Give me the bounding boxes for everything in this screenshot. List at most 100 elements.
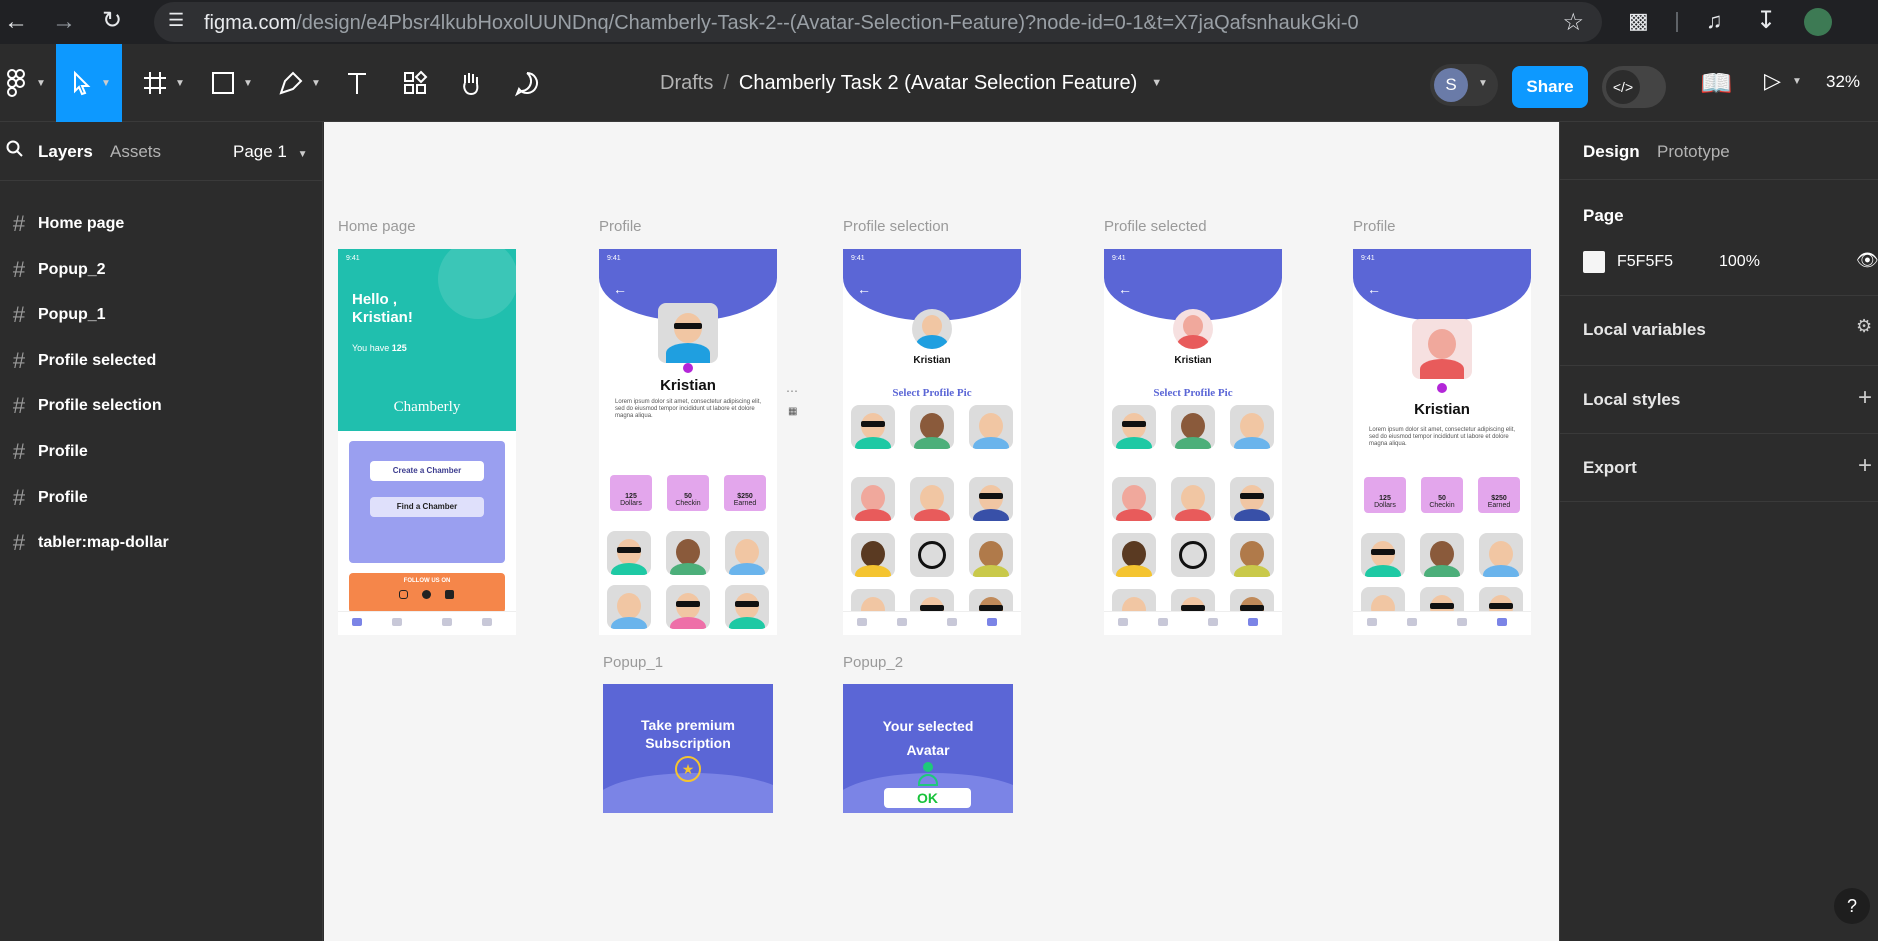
journal-nav-icon[interactable] bbox=[392, 618, 402, 626]
avatar-option[interactable] bbox=[969, 405, 1013, 449]
url-bar[interactable]: ☰ figma.com/design/e4Pbsr4lkubHoxolUUNDn… bbox=[154, 2, 1602, 42]
profile-avatar-icon[interactable] bbox=[1804, 8, 1832, 36]
profile-avatar[interactable] bbox=[1173, 309, 1213, 349]
journal-nav-icon[interactable] bbox=[1158, 618, 1168, 626]
design-canvas[interactable]: Home page Profile Profile selection Prof… bbox=[324, 122, 1559, 941]
messages-nav-icon[interactable] bbox=[947, 618, 957, 626]
present-play-icon[interactable]: ▷ bbox=[1764, 68, 1781, 94]
popup-2-frame[interactable]: Your selected Avatar OK bbox=[843, 684, 1013, 813]
avatar-option[interactable] bbox=[851, 405, 895, 449]
site-settings-icon[interactable]: ☰ bbox=[168, 10, 184, 31]
avatar-option[interactable] bbox=[969, 477, 1013, 521]
layer-row[interactable]: # Profile selection bbox=[0, 386, 323, 426]
profile-selection-frame[interactable]: 9:41 ← Kristian Select Profile Pic bbox=[843, 249, 1021, 635]
avatar-option[interactable] bbox=[1171, 405, 1215, 449]
avatar-option[interactable] bbox=[1171, 477, 1215, 521]
search-icon[interactable] bbox=[6, 140, 24, 163]
find-chamber-button[interactable]: Find a Chamber bbox=[370, 497, 484, 517]
linkedin-icon[interactable] bbox=[445, 590, 454, 599]
tab-prototype[interactable]: Prototype bbox=[1657, 142, 1730, 162]
local-variables-section[interactable]: Local variables ⚙ bbox=[1560, 296, 1878, 366]
frame-label[interactable]: Profile selection bbox=[843, 218, 949, 235]
profile-frame[interactable]: 9:41 ← Kristian Lorem ipsum dolor sit am… bbox=[599, 249, 777, 635]
url-text[interactable]: figma.com/design/e4Pbsr4lkubHoxolUUNDnq/… bbox=[204, 12, 1359, 35]
profile-selected-frame[interactable]: 9:41 ← Kristian Select Profile Pic bbox=[1104, 249, 1282, 635]
move-tool-button[interactable]: ▼ bbox=[56, 44, 122, 122]
layer-row[interactable]: # Popup_1 bbox=[0, 295, 323, 335]
default-user-icon[interactable] bbox=[1171, 533, 1215, 577]
forward-icon[interactable]: → bbox=[52, 8, 76, 36]
avatar-option[interactable] bbox=[910, 405, 954, 449]
journal-nav-icon[interactable] bbox=[1407, 618, 1417, 626]
profile-nav-icon[interactable] bbox=[1497, 618, 1507, 626]
avatar-option[interactable] bbox=[851, 477, 895, 521]
frame-label[interactable]: Profile bbox=[599, 218, 642, 235]
profile-nav-icon[interactable] bbox=[1248, 618, 1258, 626]
popup-1-frame[interactable]: Take premium Subscription ★ bbox=[603, 684, 773, 813]
more-dots-icon[interactable]: ⋯ bbox=[786, 384, 798, 398]
profile-avatar[interactable] bbox=[1412, 319, 1472, 379]
layer-row[interactable]: # Popup_2 bbox=[0, 250, 323, 290]
page-selector[interactable]: Page 1 ▼ bbox=[233, 142, 308, 162]
avatar-option[interactable] bbox=[725, 585, 769, 629]
avatar-option[interactable] bbox=[1230, 405, 1274, 449]
add-photo-icon[interactable] bbox=[1437, 383, 1447, 393]
page-color-value[interactable]: F5F5F5 bbox=[1617, 253, 1673, 271]
map-dollar-icon[interactable]: ▦ bbox=[788, 406, 797, 417]
tab-layers[interactable]: Layers bbox=[38, 142, 93, 162]
tab-assets[interactable]: Assets bbox=[110, 142, 161, 162]
avatar-option[interactable] bbox=[910, 477, 954, 521]
instagram-icon[interactable] bbox=[399, 590, 408, 599]
pen-tool-button[interactable]: ▼ bbox=[274, 44, 324, 122]
plus-icon[interactable]: + bbox=[1858, 452, 1872, 480]
text-tool-button[interactable] bbox=[340, 44, 374, 122]
back-arrow-icon[interactable]: ← bbox=[857, 281, 871, 297]
back-arrow-icon[interactable]: ← bbox=[1367, 281, 1381, 297]
create-chamber-button[interactable]: Create a Chamber bbox=[370, 461, 484, 481]
library-book-icon[interactable]: 📖 bbox=[1700, 68, 1732, 99]
user-avatar-group[interactable]: S ▼ bbox=[1430, 64, 1498, 106]
home-nav-icon[interactable] bbox=[1367, 618, 1377, 626]
variables-settings-icon[interactable]: ⚙ bbox=[1856, 316, 1872, 337]
help-button[interactable]: ? bbox=[1834, 888, 1870, 924]
avatar-option[interactable] bbox=[1420, 533, 1464, 577]
frame-label[interactable]: Profile bbox=[1353, 218, 1396, 235]
avatar-option[interactable] bbox=[969, 533, 1013, 577]
tab-design[interactable]: Design bbox=[1583, 142, 1640, 162]
messages-nav-icon[interactable] bbox=[442, 618, 452, 626]
comment-tool-button[interactable] bbox=[510, 44, 544, 122]
download-icon[interactable]: ↧ bbox=[1756, 6, 1776, 35]
avatar-option[interactable] bbox=[1112, 405, 1156, 449]
avatar-option[interactable] bbox=[607, 531, 651, 575]
journal-nav-icon[interactable] bbox=[897, 618, 907, 626]
avatar-option[interactable] bbox=[725, 531, 769, 575]
messages-nav-icon[interactable] bbox=[1208, 618, 1218, 626]
media-icon[interactable]: ♫ bbox=[1706, 8, 1723, 34]
plus-icon[interactable]: + bbox=[1858, 384, 1872, 412]
export-section[interactable]: Export + bbox=[1560, 434, 1878, 502]
frame-label[interactable]: Profile selected bbox=[1104, 218, 1207, 235]
eye-icon[interactable]: 👁 bbox=[1856, 250, 1878, 271]
shape-tool-button[interactable]: ▼ bbox=[206, 44, 256, 122]
frame-label[interactable]: Popup_2 bbox=[843, 654, 903, 671]
home-nav-icon[interactable] bbox=[1118, 618, 1128, 626]
frame-label[interactable]: Popup_1 bbox=[603, 654, 663, 671]
default-user-icon[interactable] bbox=[910, 533, 954, 577]
back-arrow-icon[interactable]: ← bbox=[1118, 281, 1132, 297]
bookmark-star-icon[interactable]: ☆ bbox=[1562, 8, 1584, 37]
back-arrow-icon[interactable]: ← bbox=[613, 281, 627, 297]
avatar-option[interactable] bbox=[1230, 533, 1274, 577]
avatar-option[interactable] bbox=[1479, 533, 1523, 577]
profile-avatar[interactable] bbox=[658, 303, 718, 363]
file-name[interactable]: Chamberly Task 2 (Avatar Selection Featu… bbox=[739, 72, 1137, 95]
local-styles-section[interactable]: Local styles + bbox=[1560, 366, 1878, 434]
home-page-frame[interactable]: 9:41 Hello , Kristian! You have 125 Cham… bbox=[338, 249, 516, 635]
main-menu-button[interactable]: ▼ bbox=[0, 44, 48, 122]
avatar-option[interactable] bbox=[1112, 533, 1156, 577]
avatar-option[interactable] bbox=[666, 585, 710, 629]
layer-row[interactable]: # Profile bbox=[0, 478, 323, 518]
resources-tool-button[interactable] bbox=[398, 44, 432, 122]
avatar-option[interactable] bbox=[851, 533, 895, 577]
breadcrumb-drafts[interactable]: Drafts bbox=[660, 72, 713, 95]
avatar-option[interactable] bbox=[666, 531, 710, 575]
